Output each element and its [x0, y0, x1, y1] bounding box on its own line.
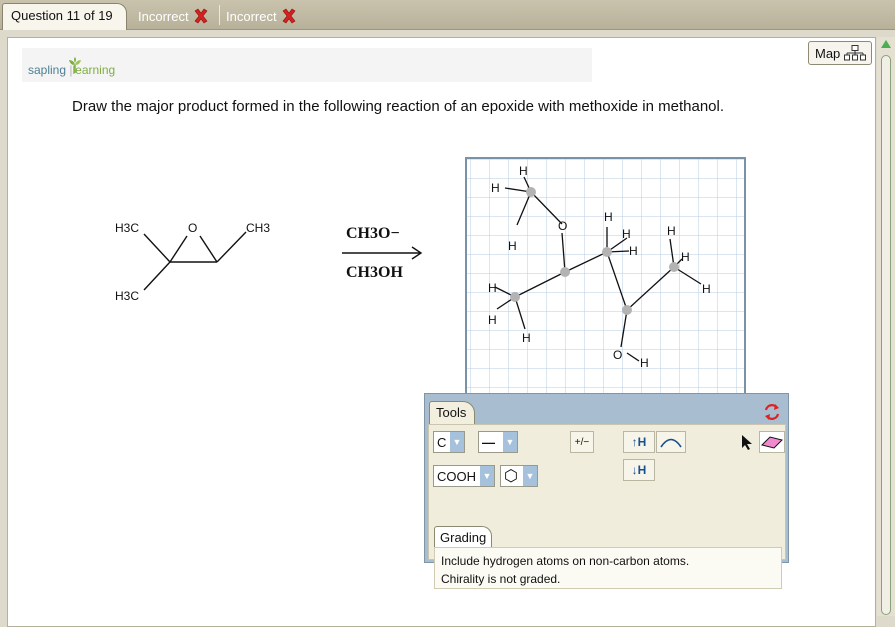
- tab-divider: [219, 5, 220, 25]
- scroll-thumb[interactable]: [881, 55, 891, 615]
- group-select[interactable]: COOH ▼: [433, 465, 495, 487]
- svg-text:H: H: [622, 227, 631, 241]
- svg-text:H: H: [488, 281, 497, 295]
- svg-text:H: H: [681, 250, 690, 264]
- svg-text:H: H: [491, 181, 500, 195]
- tab-attempt-1[interactable]: Incorrect: [138, 6, 209, 26]
- scroll-up-icon[interactable]: [880, 39, 892, 49]
- eraser-icon: [761, 436, 783, 449]
- attempt-label: Incorrect: [138, 8, 189, 24]
- svg-text:H: H: [667, 224, 676, 238]
- arrow-curve-button[interactable]: [656, 431, 686, 453]
- svg-text:O: O: [613, 348, 622, 362]
- svg-text:H: H: [522, 331, 531, 345]
- tools-tab-label: Tools: [436, 405, 467, 420]
- tools-panel: Tools C ▼ — ▼ +/− ↑H ↓H COOH ▼ ⬡ ▼ Gradi…: [424, 393, 789, 589]
- chevron-down-icon: ▼: [480, 466, 494, 486]
- h-up-label: ↑H: [631, 435, 647, 449]
- chevron-down-icon: ▼: [523, 466, 537, 486]
- logo-band: sapling |learning: [22, 48, 592, 82]
- product-structure: H H H O H H H H H H H H H O H: [467, 159, 744, 395]
- h-down-button[interactable]: ↓H: [623, 459, 655, 481]
- h-up-button[interactable]: ↑H: [623, 431, 655, 453]
- charge-button-label: +/−: [574, 436, 590, 448]
- svg-text:H: H: [488, 313, 497, 327]
- sitemap-icon: [843, 45, 866, 61]
- cursor-icon: [742, 435, 752, 450]
- drawing-canvas[interactable]: H H H O H H H H H H H H H O H: [465, 157, 746, 397]
- curved-arrow-icon: [660, 438, 682, 448]
- svg-text:O: O: [558, 219, 567, 233]
- grading-notes: Include hydrogen atoms on non-carbon ato…: [434, 547, 782, 589]
- eraser-button[interactable]: [759, 431, 785, 453]
- tools-tab[interactable]: Tools: [429, 401, 475, 425]
- bond-select-value: —: [482, 434, 495, 450]
- chevron-down-icon: ▼: [503, 432, 517, 452]
- attempt-label: Incorrect: [226, 8, 277, 24]
- red-x-icon: [194, 8, 208, 24]
- vertical-scrollbar[interactable]: [877, 37, 895, 616]
- element-select[interactable]: C ▼: [433, 431, 465, 453]
- logo-text-sapling: sapling: [28, 63, 67, 77]
- grading-tab[interactable]: Grading: [434, 526, 492, 548]
- question-text: Draw the major product formed in the fol…: [72, 98, 725, 115]
- tools-body: C ▼ — ▼ +/− ↑H ↓H COOH ▼ ⬡ ▼ Grading Inc…: [428, 424, 786, 589]
- element-select-value: C: [437, 434, 447, 450]
- chevron-down-icon: ▼: [450, 432, 464, 452]
- grading-line-1: Include hydrogen atoms on non-carbon ato…: [441, 554, 690, 568]
- svg-text:H: H: [640, 356, 649, 370]
- h-down-label: ↓H: [631, 463, 647, 477]
- tab-current-question[interactable]: Question 11 of 19: [2, 3, 127, 30]
- tab-label: Question 11 of 19: [11, 8, 113, 23]
- ring-select[interactable]: ⬡ ▼: [500, 465, 538, 487]
- ring-select-value: ⬡: [504, 468, 518, 485]
- group-select-value: COOH: [437, 468, 476, 484]
- map-button[interactable]: Map: [808, 41, 872, 65]
- question-tab-bar: Question 11 of 19 Incorrect Incorrect: [0, 0, 895, 30]
- map-label: Map: [815, 46, 841, 61]
- bond-select[interactable]: — ▼: [478, 431, 518, 453]
- reset-icon[interactable]: [763, 403, 781, 421]
- select-button[interactable]: [736, 431, 758, 453]
- svg-text:H: H: [629, 244, 638, 258]
- svg-text:H: H: [508, 239, 517, 253]
- tab-attempt-2[interactable]: Incorrect: [226, 6, 297, 26]
- grading-line-2: Chirality is not graded.: [441, 572, 561, 586]
- svg-text:H: H: [604, 210, 613, 224]
- charge-button[interactable]: +/−: [570, 431, 594, 453]
- leaf-icon: [69, 57, 81, 73]
- grading-tab-label: Grading: [440, 530, 487, 545]
- svg-text:H: H: [702, 282, 711, 296]
- sapling-learning-logo: sapling |learning: [28, 57, 115, 77]
- red-x-icon: [282, 8, 296, 24]
- svg-text:H: H: [519, 164, 528, 178]
